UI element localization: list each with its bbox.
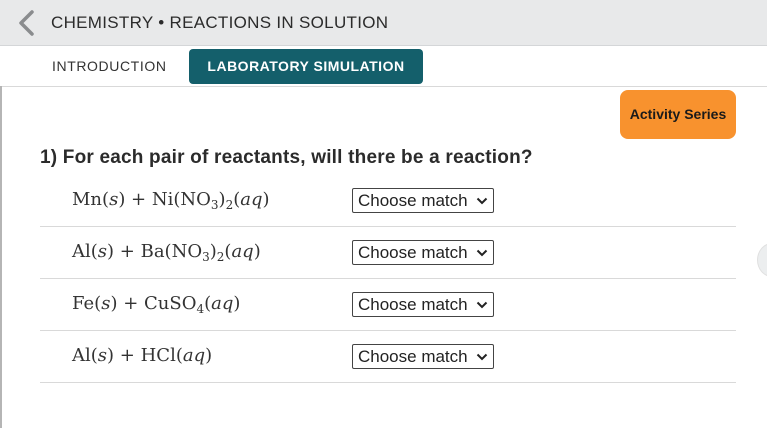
chevron-down-icon — [476, 249, 488, 257]
reaction-equation: Al(s) + Ba(NO3)2(aq) — [72, 241, 261, 264]
chevron-left-icon — [19, 10, 34, 36]
select-value: Choose match — [358, 295, 468, 314]
select-value: Choose match — [358, 243, 468, 262]
reaction-equation: Fe(s) + CuSO4(aq) — [72, 293, 241, 316]
metal-symbol: Al — [72, 345, 91, 366]
reaction-row: Fe(s) + CuSO4(aq) Choose match — [40, 279, 736, 331]
reaction-equation: Al(s) + HCl(aq) — [72, 345, 213, 366]
chevron-down-icon — [476, 197, 488, 205]
reaction-row: Mn(s) + Ni(NO3)2(aq) Choose match — [40, 175, 736, 227]
reagent-state: aq — [240, 189, 263, 210]
metal-state: s — [101, 293, 111, 314]
tab-introduction[interactable]: INTRODUCTION — [52, 49, 167, 84]
metal-symbol: Mn — [72, 189, 103, 210]
reaction-select[interactable]: Choose match — [352, 292, 494, 317]
page-title: CHEMISTRY • REACTIONS IN SOLUTION — [51, 13, 389, 32]
tab-bar: INTRODUCTION LABORATORY SIMULATION — [0, 46, 767, 87]
reaction-select[interactable]: Choose match — [352, 344, 494, 369]
reagent-formula: HCl — [140, 345, 176, 366]
reagent-state: aq — [211, 293, 234, 314]
reaction-row: Al(s) + Ba(NO3)2(aq) Choose match — [40, 227, 736, 279]
reaction-select[interactable]: Choose match — [352, 240, 494, 265]
left-border — [0, 86, 2, 428]
back-button[interactable] — [14, 9, 40, 37]
reagent-state: aq — [231, 241, 254, 262]
select-value: Choose match — [358, 191, 468, 210]
chevron-down-icon — [476, 301, 488, 309]
metal-state: s — [109, 189, 119, 210]
select-value: Choose match — [358, 347, 468, 366]
top-bar: CHEMISTRY • REACTIONS IN SOLUTION — [0, 0, 767, 46]
chevron-down-icon — [476, 353, 488, 361]
reagent-state: aq — [182, 345, 206, 366]
metal-symbol: Fe — [72, 293, 95, 314]
reaction-row: Al(s) + HCl(aq) Choose match — [40, 331, 736, 383]
activity-series-button[interactable]: Activity Series — [620, 90, 736, 139]
tab-laboratory-simulation[interactable]: LABORATORY SIMULATION — [189, 49, 423, 84]
reaction-equation: Mn(s) + Ni(NO3)2(aq) — [72, 189, 270, 212]
metal-state: s — [97, 345, 108, 366]
reaction-select[interactable]: Choose match — [352, 188, 494, 213]
metal-symbol: Al — [72, 241, 91, 262]
question-text: 1) For each pair of reactants, will ther… — [40, 147, 533, 168]
side-panel-handle[interactable] — [757, 243, 767, 277]
metal-state: s — [97, 241, 108, 262]
